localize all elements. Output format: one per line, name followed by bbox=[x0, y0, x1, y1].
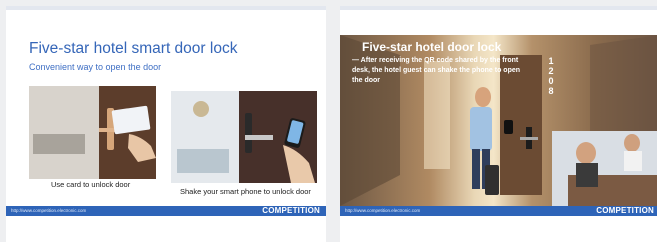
card-unlock-photo bbox=[29, 86, 156, 179]
footer-brand-logo: COMPETITION bbox=[596, 206, 654, 215]
slide-footer: http://www.competition.electronic.com CO… bbox=[340, 206, 657, 216]
room-number-digit: 0 bbox=[548, 76, 554, 86]
slide-1[interactable]: Five-star hotel smart door lock Convenie… bbox=[6, 6, 326, 242]
slide-top-rule bbox=[6, 6, 326, 10]
footer-url[interactable]: http://www.competition.electronic.com bbox=[345, 208, 420, 213]
slide-body-text: — After receiving the QR code shared by … bbox=[352, 57, 521, 84]
card-unlock-illustration bbox=[29, 86, 156, 179]
slide-subtitle: Convenient way to open the door bbox=[29, 62, 162, 72]
phone-unlock-illustration bbox=[171, 91, 317, 183]
slide-footer: http://www.competition.electronic.com CO… bbox=[6, 206, 326, 216]
slide-title: Five-star hotel door lock bbox=[362, 40, 502, 54]
footer-url[interactable]: http://www.competition.electronic.com bbox=[11, 208, 86, 213]
phone-unlock-caption: Shake your smart phone to unlock door bbox=[180, 187, 311, 196]
slide-title: Five-star hotel smart door lock bbox=[29, 40, 238, 57]
room-number-digit: 8 bbox=[548, 86, 554, 96]
phone-unlock-photo bbox=[171, 91, 317, 183]
slide-2[interactable]: Five-star hotel door lock — After receiv… bbox=[340, 6, 657, 242]
slide-top-rule bbox=[340, 6, 657, 10]
room-number-digit: 2 bbox=[548, 66, 554, 76]
card-unlock-caption: Use card to unlock door bbox=[51, 180, 131, 189]
room-number-digit: 1 bbox=[548, 56, 554, 66]
room-number-plate: 1 2 0 8 bbox=[542, 56, 560, 96]
footer-brand-logo: COMPETITION bbox=[262, 206, 320, 215]
